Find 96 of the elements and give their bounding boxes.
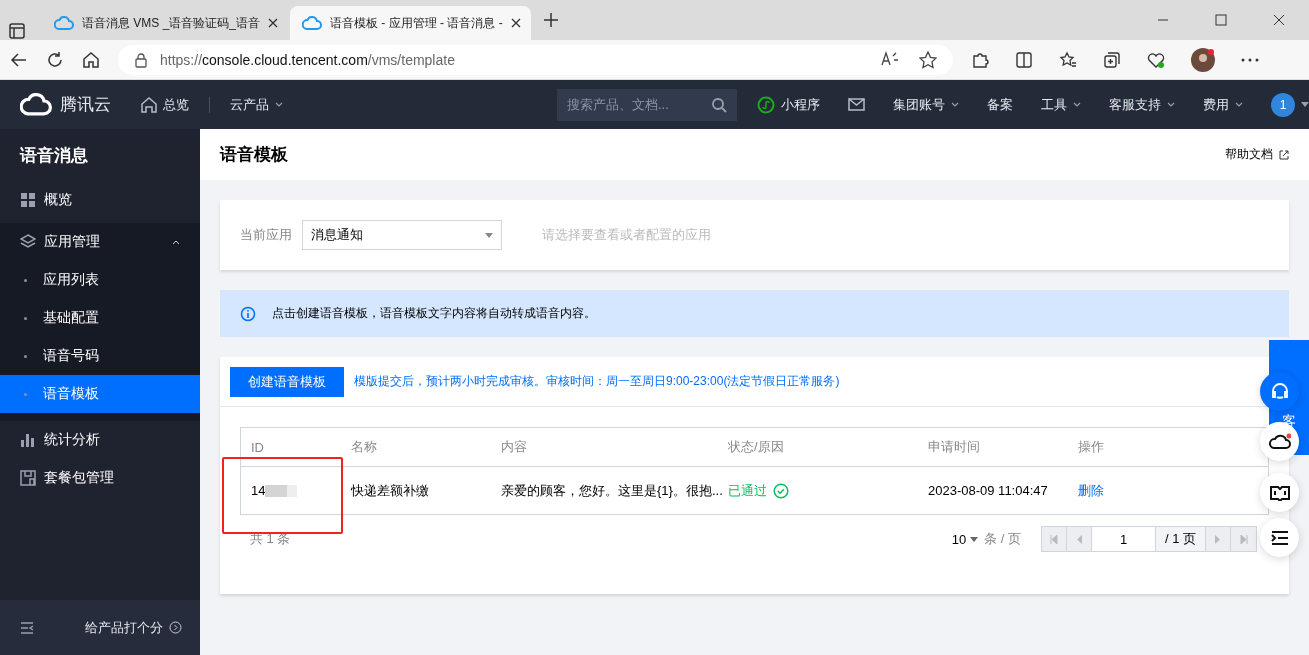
browser-tab[interactable]: 语音消息 VMS _语音验证码_语音 xyxy=(42,6,289,40)
bar-chart-icon xyxy=(20,432,36,448)
sidebar-item[interactable]: 语音模板 xyxy=(0,375,200,413)
next-arrow-icon xyxy=(1215,534,1221,544)
arrow-circle-icon xyxy=(169,621,182,634)
puzzle-icon xyxy=(971,50,989,69)
product-title: 语音消息 xyxy=(18,144,89,167)
sidebar-group[interactable]: 应用管理 xyxy=(0,223,200,261)
sidebar-item[interactable]: 应用列表 xyxy=(0,261,200,299)
favorites-icon xyxy=(1059,50,1077,69)
grid-icon xyxy=(20,192,36,208)
collapse-icon xyxy=(20,621,34,634)
read-aloud-icon xyxy=(881,50,899,67)
mail-icon xyxy=(848,98,865,111)
info-icon xyxy=(240,305,256,322)
column-header: 操作 xyxy=(1078,438,1104,456)
nav-menu-item[interactable]: 备案 xyxy=(987,95,1013,114)
page-total: / 1 页 xyxy=(1156,527,1206,551)
lock-icon xyxy=(134,51,148,68)
link-circle-icon xyxy=(757,95,775,114)
maximize-icon xyxy=(1215,14,1227,26)
sidebar-item[interactable]: 套餐包管理 xyxy=(0,459,200,497)
brand-name[interactable]: 腾讯云 xyxy=(60,93,111,116)
address-field[interactable]: https://console.cloud.tencent.com/vms/template xyxy=(118,44,953,75)
back-arrow-icon xyxy=(10,50,28,69)
close-icon xyxy=(268,18,279,28)
caret-icon xyxy=(485,232,493,238)
book-icon xyxy=(1269,484,1290,501)
table-cell: 2023-08-09 11:04:47 xyxy=(928,483,1048,498)
chevron-icon xyxy=(172,239,180,245)
per-page-label: 条 / 页 xyxy=(984,530,1021,548)
prev-arrow-icon xyxy=(1076,534,1082,544)
mini-program-link[interactable]: 小程序 xyxy=(757,95,820,114)
sidebar-item[interactable]: 统计分析 xyxy=(0,421,200,459)
blurred-id-mark xyxy=(265,484,298,497)
caret-icon xyxy=(1301,102,1309,107)
caret-icon xyxy=(275,102,283,107)
column-header: 状态/原因 xyxy=(728,438,784,456)
home-icon xyxy=(141,96,157,113)
nav-menu-item[interactable]: 集团账号 xyxy=(893,95,959,114)
notice-text: 点击创建语音模板，语音模板文字内容将自动转成语音内容。 xyxy=(272,305,596,322)
field-label: 当前应用 xyxy=(240,226,292,244)
page-title: 语音模板 xyxy=(220,144,288,166)
table-cell: 14 xyxy=(251,483,298,498)
home-icon xyxy=(82,50,100,69)
package-icon xyxy=(20,470,36,486)
avatar[interactable] xyxy=(1191,47,1215,72)
table-cell: 快递差额补缴 xyxy=(351,481,429,500)
reload-icon xyxy=(46,50,64,69)
column-header: 名称 xyxy=(351,438,377,456)
sidebar-item[interactable]: 语音号码 xyxy=(0,337,200,375)
review-note: 模版提交后，预计两小时完成审核。审核时间：周一至周日9:00-23:00(法定节假日正常服务) xyxy=(354,373,840,390)
split-screen-icon xyxy=(1015,50,1033,69)
heart-pulse-icon xyxy=(1147,50,1165,69)
sidebar-item[interactable]: 基础配置 xyxy=(0,299,200,337)
create-template-button[interactable]: 创建语音模板 xyxy=(230,366,344,397)
tab-layout-icon xyxy=(8,22,26,40)
column-header: 内容 xyxy=(501,438,527,456)
first-page-icon xyxy=(1050,534,1058,544)
sidebar-item[interactable]: 概览 xyxy=(0,181,200,219)
help-docs-link[interactable]: 帮助文档 xyxy=(1225,146,1289,163)
status-text: 已通过 xyxy=(728,481,789,500)
rate-product-link[interactable]: 给产品打个分 xyxy=(85,618,182,637)
layers-icon xyxy=(20,234,36,250)
more-icon xyxy=(1241,57,1259,62)
search-field[interactable]: 搜索产品、文档... xyxy=(557,88,737,121)
app-select[interactable]: 消息通知 xyxy=(302,220,502,250)
page-size-select[interactable]: 10 xyxy=(951,531,979,547)
last-page-icon xyxy=(1239,534,1248,544)
close-icon xyxy=(1273,14,1285,26)
account-badge[interactable]: 1 xyxy=(1271,92,1295,117)
column-header: ID xyxy=(251,439,264,455)
list-icon xyxy=(1270,530,1289,545)
nav-menu-item[interactable]: 费用 xyxy=(1203,95,1243,114)
plus-icon xyxy=(542,12,559,28)
search-icon xyxy=(711,96,727,113)
cloud-icon xyxy=(20,93,52,116)
delete-link[interactable]: 删除 xyxy=(1078,481,1104,500)
column-header: 申请时间 xyxy=(928,438,980,456)
check-circle-icon xyxy=(773,482,789,499)
cloud-icon xyxy=(302,16,323,30)
products-menu[interactable]: 云产品 xyxy=(230,95,283,114)
browser-tab[interactable]: 语音模板 - 应用管理 - 语音消息 - xyxy=(290,6,531,40)
collections-icon xyxy=(1103,50,1121,69)
cloud-icon xyxy=(1268,432,1291,451)
select-hint: 请选择要查看或者配置的应用 xyxy=(542,226,711,244)
close-icon xyxy=(510,18,521,28)
table-cell: 亲爱的顾客，您好。这里是{1}。很抱... xyxy=(501,481,723,500)
external-link-icon xyxy=(1279,149,1289,160)
nav-menu-item[interactable]: 客服支持 xyxy=(1109,95,1175,114)
overview-link[interactable]: 总览 xyxy=(141,95,189,114)
star-icon xyxy=(919,50,937,69)
headset-icon xyxy=(1269,381,1290,402)
nav-menu-item[interactable]: 工具 xyxy=(1041,95,1081,114)
caret-icon xyxy=(970,536,979,542)
cloud-icon xyxy=(54,16,74,30)
